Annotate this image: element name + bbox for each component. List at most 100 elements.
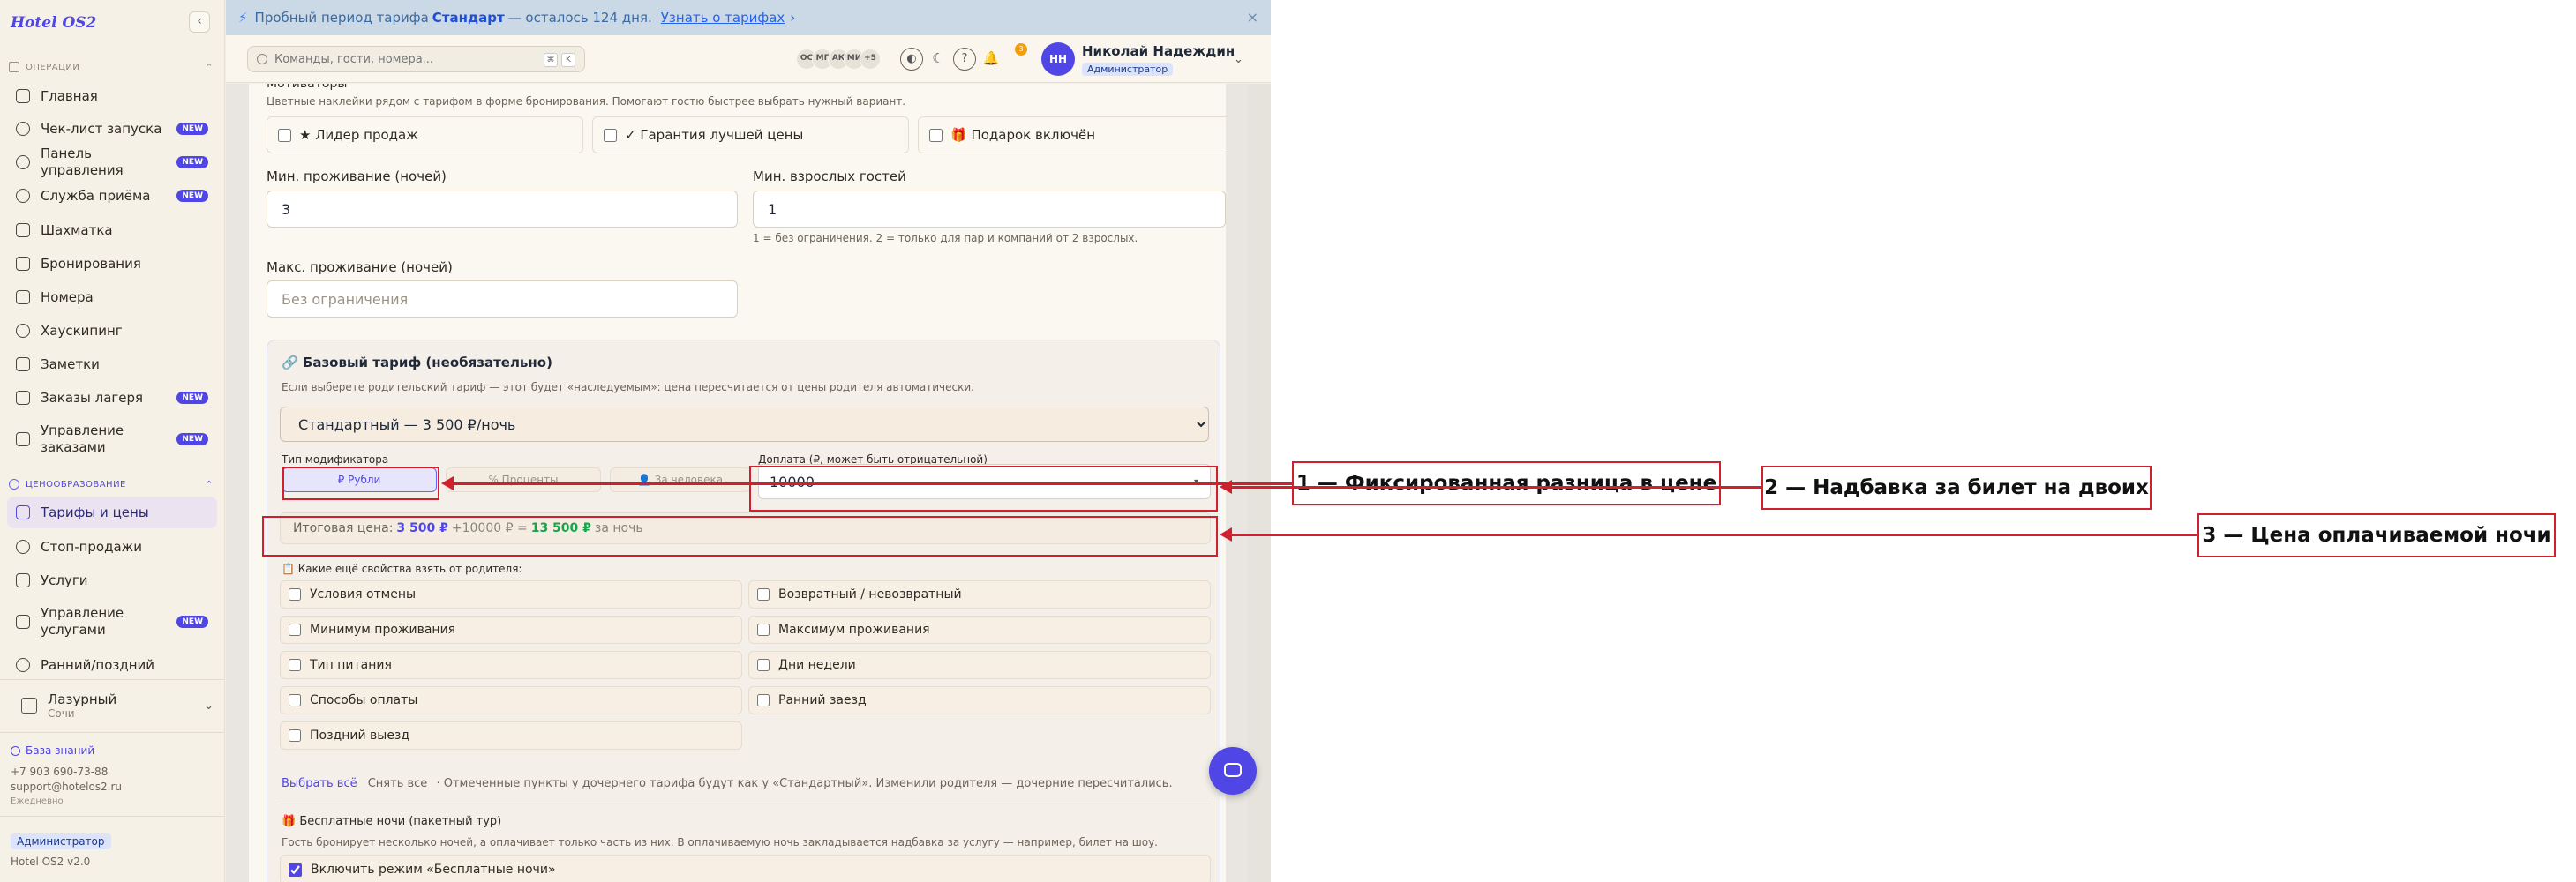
support-phone[interactable]: +7 903 690-73-88 xyxy=(11,766,108,778)
online-users[interactable]: ОС МГ АК МИ +5 xyxy=(796,49,881,70)
sidebar-item-camp-orders[interactable]: Заказы лагеря NEW xyxy=(7,388,217,407)
inherit-checkbox[interactable] xyxy=(289,624,301,636)
motivator-gift[interactable]: 🎁 Подарок включён xyxy=(918,116,1226,153)
inherit-weekdays[interactable]: Дни недели xyxy=(748,651,1211,679)
sidebar-item-rates[interactable]: Тарифы и цены xyxy=(7,497,217,528)
inherit-late-checkout[interactable]: Поздний выезд xyxy=(280,721,742,750)
inherit-label: Ранний заезд xyxy=(778,693,867,707)
sidebar-divider xyxy=(0,732,224,733)
moon-icon[interactable]: ☾ xyxy=(927,48,950,71)
clock-icon xyxy=(16,658,30,672)
inherit-checkbox[interactable] xyxy=(289,694,301,706)
sidebar-item-stop-sales[interactable]: Стоп-продажи xyxy=(7,537,217,557)
sidebar-item-front-desk[interactable]: Служба приёма NEW xyxy=(7,186,217,206)
sidebar-item-home[interactable]: Главная xyxy=(7,86,217,106)
knowledge-base-label: База знаний xyxy=(26,744,95,757)
user-avatar[interactable]: НН xyxy=(1041,42,1075,76)
sidebar-item-dashboard[interactable]: Панель управления NEW xyxy=(7,146,217,178)
free-nights-toggle[interactable]: Включить режим «Бесплатные ночи» xyxy=(280,855,1211,882)
sidebar-item-services[interactable]: Услуги xyxy=(7,571,217,590)
motivators-title: Мотиваторы xyxy=(267,84,348,91)
sidebar-item-housekeeping[interactable]: Хаускипинг xyxy=(7,321,217,340)
sidebar-item-label: Управление заказами xyxy=(41,422,124,455)
section-pricing[interactable]: ЦЕНООБРАЗОВАНИЕ ⌃ xyxy=(9,477,214,491)
inherit-checkbox[interactable] xyxy=(757,624,770,636)
highlight-surcharge xyxy=(749,466,1218,512)
new-badge: NEW xyxy=(176,156,208,168)
inherit-checkbox[interactable] xyxy=(289,588,301,601)
inherit-checkbox[interactable] xyxy=(757,694,770,706)
section-operations[interactable]: ОПЕРАЦИИ ⌃ xyxy=(9,60,214,74)
sidebar-item-label: Стоп-продажи xyxy=(41,538,142,555)
chat-button[interactable] xyxy=(1209,747,1257,795)
motivator-checkbox[interactable] xyxy=(604,128,617,142)
modifier-per-person-button[interactable]: 👤 За человека xyxy=(610,467,751,492)
inherit-checkbox[interactable] xyxy=(757,659,770,671)
motivator-checkbox[interactable] xyxy=(278,128,291,142)
sidebar-item-label: Заказы лагеря xyxy=(41,389,144,406)
hotel-selector[interactable]: Лазурный Сочи ⌄ xyxy=(11,685,214,726)
search-input[interactable] xyxy=(274,52,539,66)
inherit-payment-methods[interactable]: Способы оплаты xyxy=(280,686,742,714)
knowledge-base-link[interactable]: База знаний xyxy=(11,744,94,757)
clipboard-icon xyxy=(16,257,30,271)
arrow-2-head xyxy=(1220,480,1232,494)
motivator-best-price[interactable]: ✓ Гарантия лучшей цены xyxy=(592,116,909,153)
base-rate-card: 🔗 Базовый тариф (необязательно) Если выб… xyxy=(267,340,1220,882)
motivator-best-seller[interactable]: ★ Лидер продаж xyxy=(267,116,583,153)
trial-pricing-link[interactable]: Узнать о тарифах xyxy=(661,10,785,26)
gauge-icon xyxy=(16,155,30,169)
select-all-link[interactable]: Выбрать всё xyxy=(282,777,357,790)
max-stay-input[interactable] xyxy=(267,280,738,318)
inherit-refundable[interactable]: Возвратный / невозвратный xyxy=(748,580,1211,609)
min-stay-input[interactable] xyxy=(267,191,738,228)
base-rate-desc: Если выберете родительский тариф — этот … xyxy=(282,381,974,393)
broom-icon xyxy=(16,324,30,338)
collapse-sidebar-button[interactable]: ‹ xyxy=(189,11,210,33)
sidebar-item-bookings[interactable]: Бронирования xyxy=(7,254,217,273)
note-icon xyxy=(16,357,30,371)
sidebar-item-chessboard[interactable]: Шахматка xyxy=(7,220,217,240)
inherit-checkbox[interactable] xyxy=(757,588,770,601)
sidebar-item-order-management[interactable]: Управление заказами NEW xyxy=(7,420,217,459)
close-banner-icon[interactable]: × xyxy=(1247,9,1258,26)
orders-icon xyxy=(16,432,30,446)
inherit-label: Способы оплаты xyxy=(310,693,418,707)
inherit-max-stay[interactable]: Максимум проживания xyxy=(748,616,1211,644)
inherit-checkbox[interactable] xyxy=(289,729,301,742)
inherit-label: Тип питания xyxy=(310,658,392,672)
section-pricing-label: ЦЕНООБРАЗОВАНИЕ xyxy=(26,479,126,490)
inherit-label: Возвратный / невозвратный xyxy=(778,587,962,602)
help-icon[interactable]: ? xyxy=(953,48,976,71)
command-search[interactable]: ⌘ K xyxy=(247,46,585,72)
trial-plan: Стандарт xyxy=(432,10,505,26)
palette-icon[interactable]: ◐ xyxy=(900,48,923,71)
sidebar-item-service-management[interactable]: Управление услугами NEW xyxy=(7,602,217,641)
new-badge: NEW xyxy=(176,190,208,202)
chevron-down-icon[interactable]: ⌄ xyxy=(1234,53,1243,66)
bell-icon[interactable]: 🔔 xyxy=(980,48,1003,71)
inherit-checkbox[interactable] xyxy=(289,659,301,671)
clear-all-link[interactable]: Снять все xyxy=(368,777,428,790)
support-email[interactable]: support@hotelos2.ru xyxy=(11,781,122,793)
inherit-cancellation[interactable]: Условия отмены xyxy=(280,580,742,609)
sidebar-item-launch-checklist[interactable]: Чек-лист запуска NEW xyxy=(7,119,217,138)
user-name[interactable]: Николай Надеждин xyxy=(1082,43,1235,59)
motivator-checkbox[interactable] xyxy=(929,128,943,142)
min-adults-input[interactable] xyxy=(753,191,1226,228)
inherit-label: Поздний выезд xyxy=(310,729,410,743)
arrow-3-head xyxy=(1220,527,1232,542)
inherit-early-checkin[interactable]: Ранний заезд xyxy=(748,686,1211,714)
chevron-up-icon: ⌃ xyxy=(205,478,214,490)
free-nights-checkbox[interactable] xyxy=(289,863,302,877)
chevron-up-icon: ⌃ xyxy=(205,61,214,73)
sidebar-item-early-late[interactable]: Ранний/поздний xyxy=(7,655,217,675)
sidebar-item-notes[interactable]: Заметки xyxy=(7,355,217,374)
sidebar-item-rooms[interactable]: Номера xyxy=(7,288,217,307)
modifier-percent-button[interactable]: % Проценты xyxy=(446,467,601,492)
inherit-meal-type[interactable]: Тип питания xyxy=(280,651,742,679)
stop-icon xyxy=(16,540,30,554)
parent-rate-select[interactable]: Стандартный — 3 500 ₽/ночь xyxy=(280,407,1209,442)
app-logo[interactable]: Hotel OS2 xyxy=(11,14,96,32)
inherit-min-stay[interactable]: Минимум проживания xyxy=(280,616,742,644)
